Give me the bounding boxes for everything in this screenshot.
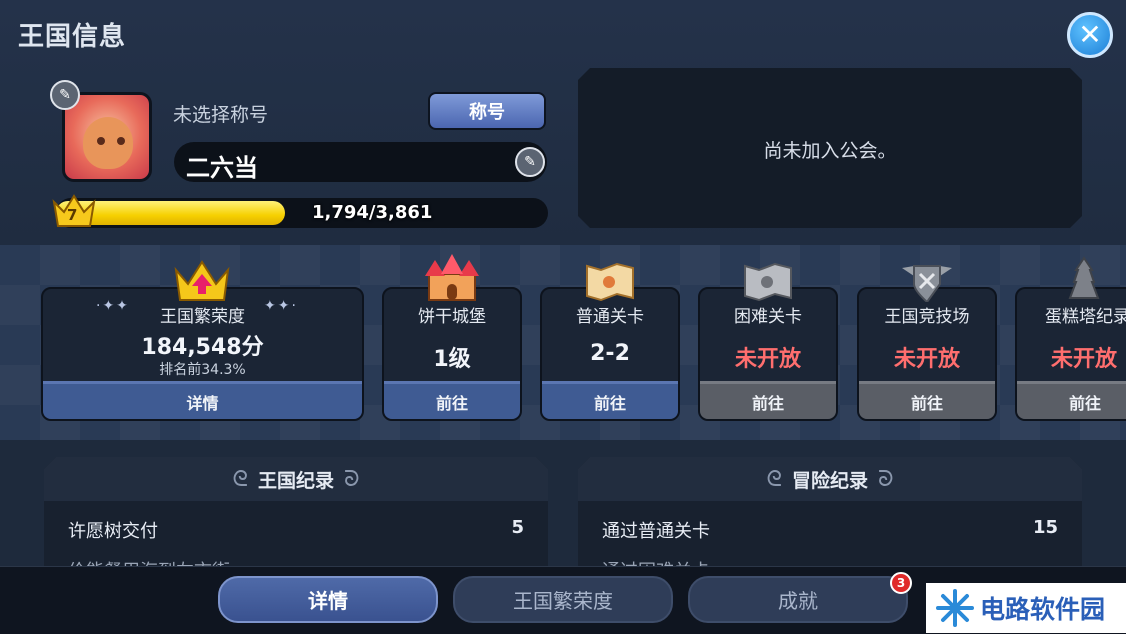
record-label: 通过普通关卡 (602, 521, 710, 542)
name-field[interactable]: 二六当 ✎ (174, 142, 547, 182)
hard-stage-go-button[interactable]: 前往 (700, 381, 836, 419)
card-value: 2-2 (590, 341, 630, 366)
edit-avatar-icon[interactable]: ✎ (50, 80, 80, 110)
castle-go-button[interactable]: 前往 (384, 381, 520, 419)
normal-stage-card: 普通关卡 2-2 前往 (540, 287, 680, 421)
watermark-logo-icon (936, 589, 974, 627)
arena-card: 王国竞技场 未开放 前往 (857, 287, 997, 421)
watermark-text: 电路软件园 (980, 595, 1106, 624)
title-button[interactable]: 称号 (428, 92, 546, 130)
arena-go-button[interactable]: 前往 (859, 381, 995, 419)
dark-map-icon (744, 262, 792, 302)
watermark: 电路软件园 (926, 583, 1126, 633)
swirl-icon: ᘓ (232, 466, 248, 492)
record-value: 15 (1032, 517, 1058, 538)
notification-badge: 3 (890, 572, 912, 594)
record-value: 5 (511, 517, 524, 538)
crown-icon (174, 260, 230, 301)
swirl-icon: ᘓ (766, 466, 782, 492)
tab-details[interactable]: 详情 (218, 576, 438, 623)
map-icon (586, 262, 634, 302)
guild-panel: 尚未加入公会。 (578, 68, 1082, 228)
record-title: 冒险纪录 (791, 469, 868, 492)
card-label: 王国竞技场 (884, 307, 970, 327)
adventure-record-panel: ᘓ 冒险纪录 ᘐ 通过普通关卡 15 通过困难关卡 (578, 457, 1082, 572)
prosperity-card: 王国繁荣度 184,548分 排名前34.3% 详情 (41, 287, 364, 421)
close-button[interactable]: ✕ (1067, 12, 1113, 58)
sparkle-icon: ·✦✦ (96, 298, 130, 314)
hard-stage-card: 困难关卡 未开放 前往 (698, 287, 838, 421)
sparkle-icon: ✦✦· (264, 298, 298, 314)
tab-achievements[interactable]: 成就 (688, 576, 908, 623)
avatar-face (83, 117, 133, 169)
avatar-eye (97, 137, 105, 145)
card-label: 普通关卡 (576, 307, 644, 327)
player-name: 二六当 (186, 154, 258, 182)
card-sub: 排名前34.3% (159, 362, 246, 378)
record-title: 王国纪录 (257, 469, 334, 492)
xp-text: 1,794/3,861 (312, 202, 433, 223)
avatar-eye (117, 137, 125, 145)
prosperity-detail-button[interactable]: 详情 (43, 381, 362, 419)
card-value: 未开放 (1051, 347, 1118, 372)
record-header: ᘓ 冒险纪录 ᘐ (578, 457, 1082, 501)
xp-bar: 1,794/3,861 (56, 198, 548, 228)
card-label: 困难关卡 (734, 307, 802, 327)
card-label: 饼干城堡 (418, 307, 486, 327)
castle-icon (425, 254, 479, 301)
tab-prosperity[interactable]: 王国繁荣度 (453, 576, 673, 623)
castle-card: 饼干城堡 1级 前往 (382, 287, 522, 421)
page-title: 王国信息 (18, 22, 127, 52)
guild-status: 尚未加入公会。 (763, 140, 897, 162)
normal-stage-go-button[interactable]: 前往 (542, 381, 678, 419)
tower-icon (1068, 256, 1100, 299)
card-value: 1级 (433, 347, 471, 372)
title-status: 未选择称号 (173, 104, 269, 126)
swirl-icon: ᘐ (878, 466, 894, 492)
record-header: ᘓ 王国纪录 ᘐ (44, 457, 548, 501)
cake-tower-go-button[interactable]: 前往 (1017, 381, 1126, 419)
cake-tower-card: 蛋糕塔纪录 未开放 前往 (1015, 287, 1126, 421)
kingdom-record-panel: ᘓ 王国纪录 ᘐ 许愿树交付 5 价能餐用海到左市街 (44, 457, 548, 572)
record-row: 许愿树交付 5 (68, 517, 524, 547)
card-value: 184,548分 (141, 335, 264, 360)
edit-name-icon[interactable]: ✎ (515, 147, 545, 177)
card-label: 王国繁荣度 (160, 307, 245, 327)
record-row: 通过普通关卡 15 (602, 517, 1058, 547)
swirl-icon: ᘐ (344, 466, 360, 492)
shield-icon (902, 265, 952, 302)
level-number: 7 (67, 206, 78, 224)
card-label: 蛋糕塔纪录 (1045, 307, 1126, 327)
card-value: 未开放 (734, 347, 801, 372)
record-label: 许愿树交付 (68, 521, 158, 542)
card-value: 未开放 (893, 347, 960, 372)
close-icon: ✕ (1078, 18, 1102, 51)
